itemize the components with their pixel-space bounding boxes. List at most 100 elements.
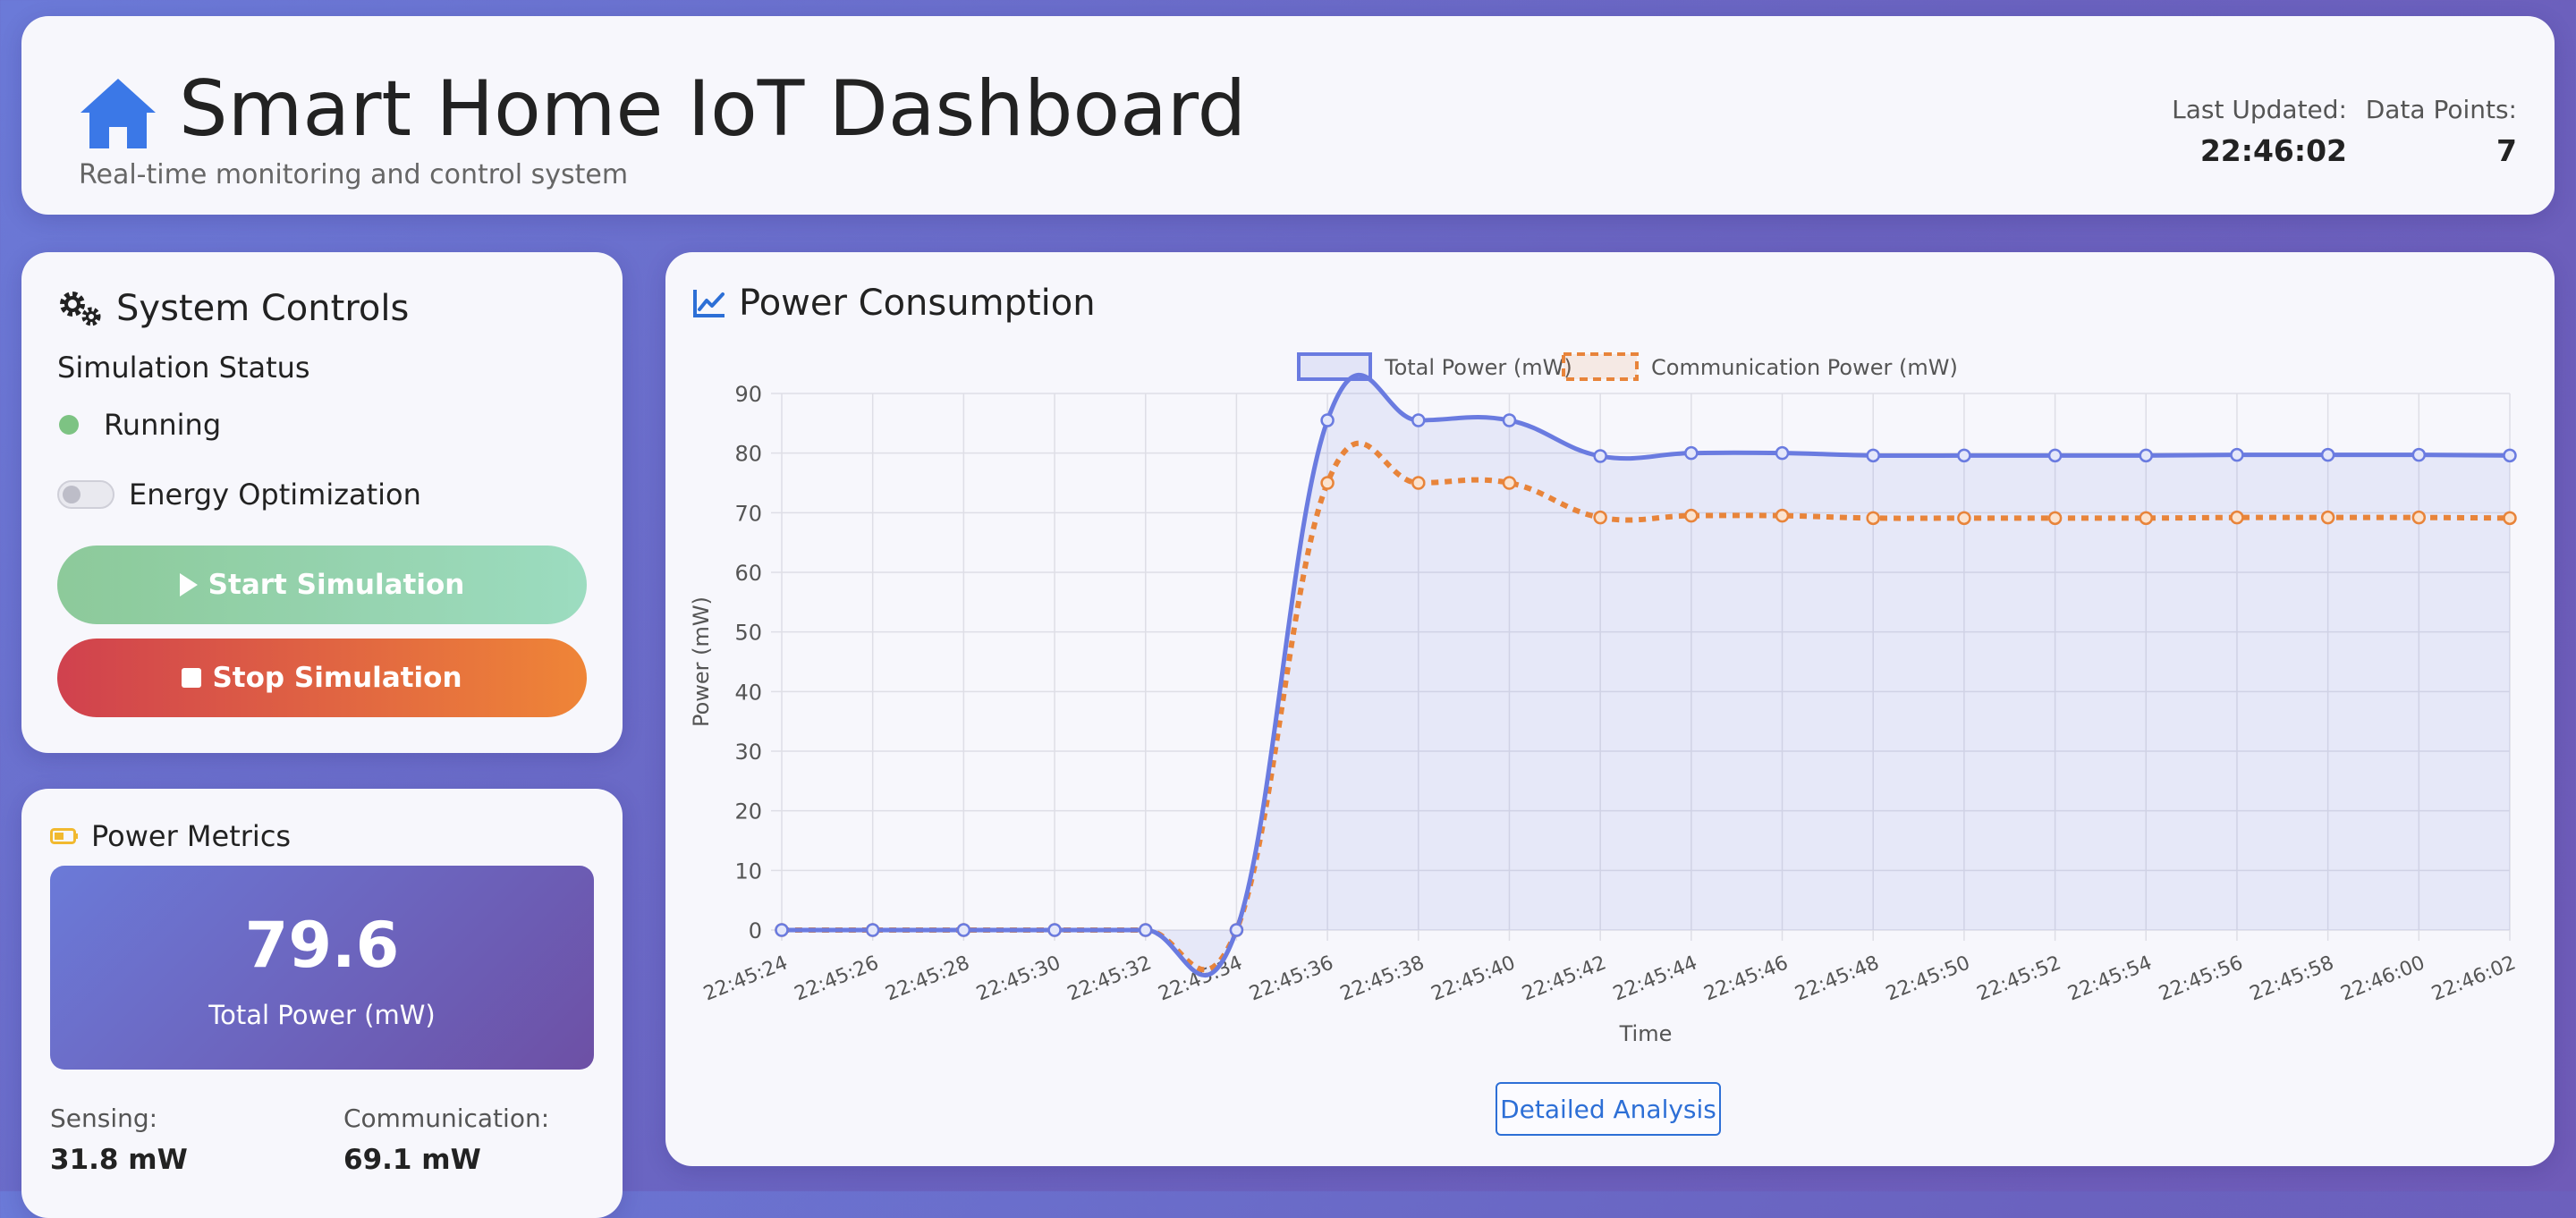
power-chart: 010203040506070809022:45:24 22:45:26 22:45… [689,352,2519,1046]
x-tick-label: 22:45:26 [792,952,882,1005]
communication-power-point [1411,476,1426,490]
total-power-point [1502,413,1517,427]
x-tick-label: 22:45:32 [1064,952,1155,1005]
battery-icon [50,828,78,844]
total-power-point [1320,413,1335,427]
total-power-box: 79.6 Total Power (mW) [50,866,594,1070]
detailed-analysis-button[interactable]: Detailed Analysis [1496,1082,1721,1136]
total-power-point [1047,923,1062,937]
y-tick-label: 50 [734,621,762,646]
power-consumption-title: Power Consumption [739,283,1096,324]
x-tick-label: 22:45:54 [2065,952,2156,1005]
page-title: Smart Home IoT Dashboard [179,64,1247,154]
x-tick-label: 22:45:50 [1883,952,1973,1005]
y-tick-label: 70 [734,501,762,526]
y-tick-label: 40 [734,680,762,705]
total-power-point [1138,923,1153,937]
home-icon [80,79,156,148]
communication-power-point [1957,511,1971,526]
total-power-point [1775,445,1790,461]
communication-power-point [2047,511,2063,526]
last-updated-value: 22:46:02 [2199,133,2347,168]
system-controls-heading: System Controls [57,288,409,329]
play-icon [179,573,198,596]
x-tick-label: 22:45:46 [1701,952,1792,1005]
total-power-point [2411,447,2427,462]
energy-optimization-label: Energy Optimization [129,478,421,512]
x-tick-label: 22:45:40 [1428,952,1519,1005]
total-power-point [1411,413,1426,427]
communication-power-point [1775,508,1790,523]
communication-power-point [1593,510,1607,525]
energy-optimization-row: Energy Optimization [57,478,421,512]
gears-icon [60,292,101,326]
y-tick-label: 10 [734,859,762,884]
data-points-label: Data Points: [2365,95,2517,124]
total-power-point [956,923,971,937]
legend-swatch-total [1297,352,1372,381]
stop-simulation-label: Stop Simulation [212,662,462,694]
total-power-label: Total Power (mW) [208,1000,436,1030]
total-power-point [2230,447,2244,462]
system-controls-card: System Controls Simulation Status Runnin… [21,252,623,753]
start-simulation-label: Start Simulation [208,569,465,601]
stop-simulation-button[interactable]: Stop Simulation [57,639,587,717]
total-power-point [1684,445,1699,461]
energy-optimization-toggle[interactable] [57,480,114,509]
total-power-point [1866,448,1880,463]
power-metrics-heading: Power Metrics [50,819,291,853]
legend-label-communication: Communication Power (mW) [1651,355,1958,380]
start-simulation-button[interactable]: Start Simulation [57,546,587,624]
total-power-point [2503,448,2517,463]
header-card: Smart Home IoT Dashboard Real-time monit… [21,16,2555,215]
communication-power-point [2139,511,2154,526]
y-tick-label: 90 [734,382,762,407]
x-tick-label: 22:45:48 [1792,952,1882,1005]
power-metrics-card: Power Metrics 79.6 Total Power (mW) Sens… [21,789,623,1218]
total-power-point [1229,923,1244,937]
total-power-point [2139,448,2154,463]
sensing-value: 31.8 mW [50,1144,188,1176]
sensing-label: Sensing: [50,1104,158,1133]
communication-power-point [2503,511,2517,526]
x-tick-label: 22:45:52 [1974,952,2064,1005]
x-tick-label: 22:45:30 [973,952,1063,1005]
x-tick-label: 22:45:58 [2247,952,2337,1005]
power-metrics-title: Power Metrics [91,819,292,853]
status-dot [59,415,79,435]
communication-power-point [1866,511,1880,526]
x-tick-label: 22:45:24 [700,952,791,1005]
sensing-metric: Sensing: 31.8 mW [50,1104,188,1176]
total-power-point [1593,449,1607,463]
total-power-point [865,923,880,937]
data-points-value: 7 [2496,133,2517,168]
power-consumption-heading: Power Consumption [692,283,1096,324]
communication-power-point [2230,510,2244,525]
line-chart-icon [693,290,724,317]
power-consumption-card: 0 10 20 30 40 50 60 70 80 90 22:45:24 22:45:26 22:45… [665,252,2555,1166]
simulation-status-label: Simulation Status [57,351,310,385]
x-tick-label: 22:45:28 [883,952,973,1005]
page-subtitle: Real-time monitoring and control system [79,159,629,190]
total-power-point [2320,447,2335,462]
system-controls-title: System Controls [116,288,410,329]
communication-power-point [2411,510,2427,525]
total-power-area [782,375,2510,976]
legend-label-total: Total Power (mW) [1384,355,1572,380]
communication-metric: Communication: 69.1 mW [343,1104,549,1176]
y-tick-label: 20 [734,799,762,825]
x-axis-title: Time [1619,1021,1673,1046]
simulation-status: Running [57,408,221,442]
y-tick-label: 30 [734,740,762,765]
communication-value: 69.1 mW [343,1144,481,1176]
communication-power-point [1684,508,1699,523]
communication-power-point [1320,476,1335,490]
communication-power-point [1502,476,1517,490]
x-tick-label: 22:45:42 [1519,952,1609,1005]
x-tick-label: 22:45:36 [1246,952,1336,1005]
total-power-point [775,923,789,937]
total-power-value: 79.6 [244,909,400,982]
y-tick-label: 80 [734,442,762,467]
y-tick-label: 60 [734,561,762,586]
communication-power-point [2320,510,2335,525]
